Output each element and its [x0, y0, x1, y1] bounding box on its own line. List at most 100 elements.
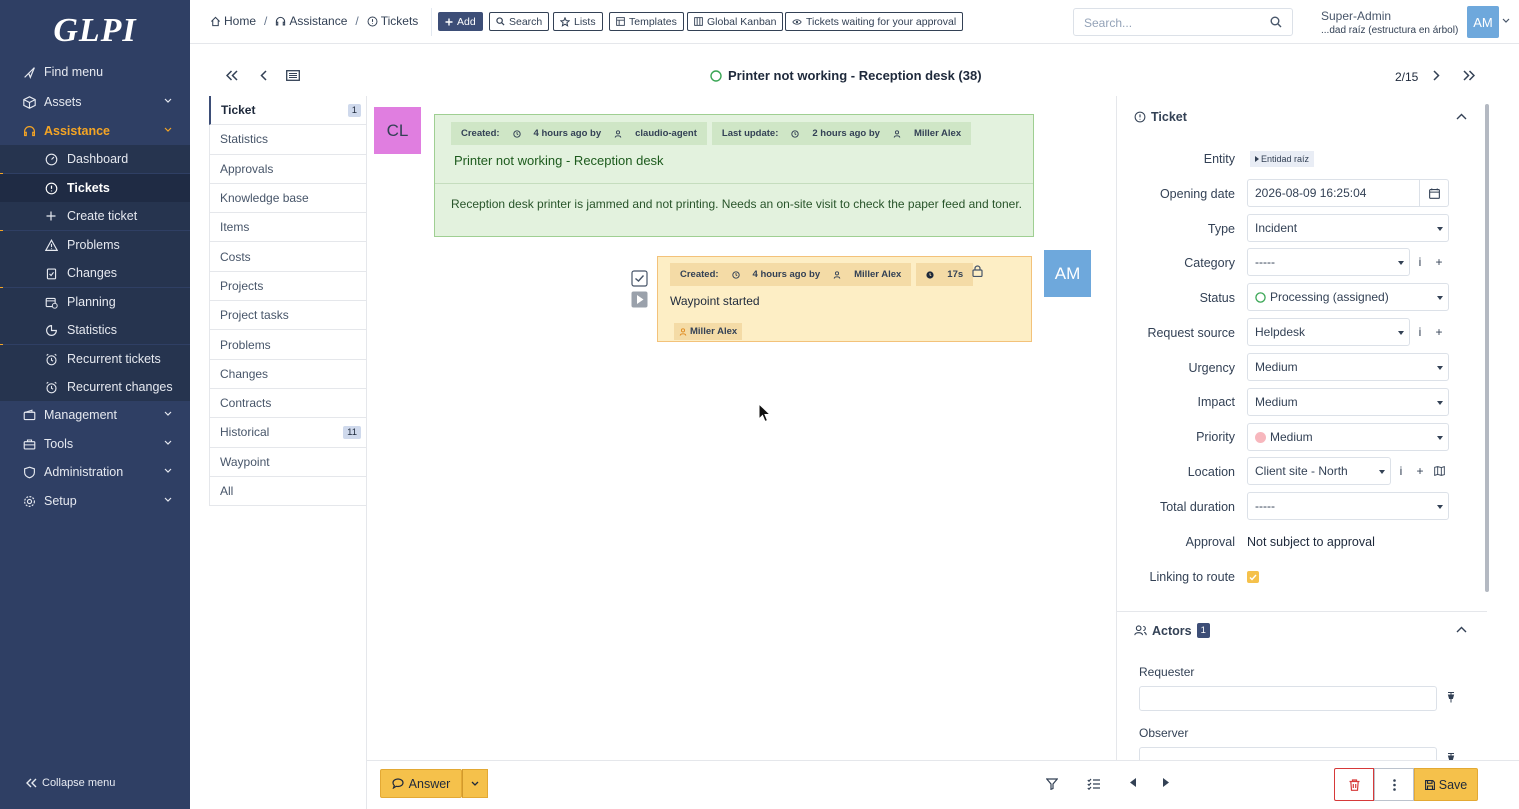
previous-item-icon[interactable]	[260, 70, 267, 81]
filter-icon[interactable]	[1046, 778, 1058, 790]
tab-projects[interactable]: Projects	[209, 271, 366, 302]
tab-label: Historical	[220, 425, 270, 440]
user-avatar[interactable]: AM	[1467, 6, 1499, 38]
global-kanban-button[interactable]: Global Kanban	[687, 12, 784, 31]
location-add-button[interactable]: +	[1411, 457, 1429, 485]
checklist-icon[interactable]	[1087, 778, 1101, 790]
tab-costs[interactable]: Costs	[209, 242, 366, 272]
request-source-add-button[interactable]: +	[1430, 318, 1448, 346]
glpi-logo[interactable]: GLPI	[0, 0, 190, 62]
impact-select[interactable]: Medium	[1247, 388, 1449, 416]
play-icon[interactable]	[631, 291, 648, 308]
total-duration-select[interactable]: -----	[1247, 492, 1449, 520]
tab-items[interactable]: Items	[209, 213, 366, 243]
find-menu[interactable]: Find menu	[0, 58, 190, 86]
answer-dropdown-button[interactable]	[462, 769, 488, 798]
collapse-menu-button[interactable]: Collapse menu	[26, 777, 115, 789]
category-select[interactable]: -----	[1247, 248, 1410, 276]
map-icon[interactable]	[1430, 457, 1448, 485]
sidebar-item-tools[interactable]: Tools	[0, 430, 190, 458]
request-source-select[interactable]: Helpdesk	[1247, 318, 1410, 346]
created-by[interactable]: Miller Alex	[849, 266, 907, 283]
tab-project-tasks[interactable]: Project tasks	[209, 301, 366, 331]
sidebar-item-setup[interactable]: Setup	[0, 487, 190, 515]
lists-button[interactable]: Lists	[553, 12, 603, 31]
chevron-up-icon[interactable]	[1456, 626, 1467, 633]
category-add-button[interactable]: +	[1430, 248, 1448, 276]
approval-tickets-button[interactable]: Tickets waiting for your approval	[785, 12, 964, 31]
tab-knowledge-base[interactable]: Knowledge base	[209, 183, 366, 214]
breadcrumb-home[interactable]: Home	[210, 14, 256, 28]
first-item-icon[interactable]	[226, 70, 238, 81]
ticket-section-header[interactable]: Ticket	[1134, 110, 1187, 124]
update-by[interactable]: Miller Alex	[908, 125, 967, 142]
location-select[interactable]: Client site - North	[1247, 457, 1391, 485]
tab-ticket[interactable]: Ticket 1	[209, 96, 366, 126]
pin-icon[interactable]	[1447, 692, 1455, 703]
tab-statistics[interactable]: Statistics	[209, 125, 366, 155]
sidebar-sub-changes[interactable]: Changes	[0, 259, 190, 287]
delete-button[interactable]	[1334, 768, 1374, 801]
category-label: Category	[1184, 256, 1235, 270]
sidebar-sub-statistics[interactable]: Statistics	[0, 316, 190, 344]
requester-input[interactable]	[1139, 686, 1437, 711]
calendar-icon[interactable]	[1419, 180, 1448, 206]
tab-problems[interactable]: Problems	[209, 330, 366, 360]
checkbox-square-icon[interactable]	[631, 270, 648, 287]
sidebar-sub-recurrent-tickets[interactable]: Recurrent tickets	[0, 345, 190, 373]
caret-right-icon[interactable]	[1163, 778, 1169, 787]
more-actions-button[interactable]	[1374, 768, 1414, 801]
breadcrumb-assistance[interactable]: Assistance	[275, 14, 347, 28]
sidebar-item-assistance[interactable]: Assistance	[0, 117, 190, 145]
sidebar-item-administration[interactable]: Administration	[0, 458, 190, 486]
answer-button[interactable]: Answer	[380, 769, 462, 798]
sidebar-sub-planning[interactable]: Planning	[0, 288, 190, 316]
chevron-down-icon[interactable]	[1502, 18, 1510, 24]
tab-waypoint[interactable]: Waypoint	[209, 447, 366, 477]
priority-select[interactable]: Medium	[1247, 423, 1449, 451]
panel-scrollbar[interactable]	[1485, 104, 1489, 592]
last-item-icon[interactable]	[1463, 70, 1475, 81]
type-select[interactable]: Incident	[1247, 214, 1449, 242]
tab-historical[interactable]: Historical 11	[209, 418, 366, 448]
user-initials: AM	[1473, 14, 1493, 30]
user-entity: ...dad raíz (estructura en árbol)	[1321, 25, 1459, 36]
category-info-button[interactable]: i	[1411, 248, 1429, 276]
breadcrumb-tickets[interactable]: Tickets	[367, 14, 418, 28]
entity-value: Entidad raíz	[1261, 154, 1310, 164]
location-info-button[interactable]: i	[1392, 457, 1410, 485]
opening-date-field[interactable]: 2026-08-09 16:25:04	[1247, 179, 1449, 207]
sidebar-item-management[interactable]: Management	[0, 401, 190, 429]
created-by[interactable]: claudio-agent	[630, 125, 702, 142]
tab-changes[interactable]: Changes	[209, 359, 366, 389]
list-view-icon[interactable]	[286, 70, 300, 81]
actors-section-header[interactable]: Actors 1	[1134, 623, 1210, 638]
save-button[interactable]: Save	[1414, 768, 1478, 801]
search-button[interactable]: Search	[489, 12, 550, 31]
linking-route-checkbox[interactable]	[1247, 571, 1259, 583]
observer-input[interactable]	[1139, 747, 1437, 760]
sidebar-sub-problems[interactable]: Problems	[0, 231, 190, 259]
status-select[interactable]: Processing (assigned)	[1247, 283, 1449, 311]
tab-contracts[interactable]: Contracts	[209, 388, 366, 419]
tab-approvals[interactable]: Approvals	[209, 154, 366, 184]
sidebar-sub-recurrent-changes[interactable]: Recurrent changes	[0, 373, 190, 401]
sidebar-sub-tickets[interactable]: Tickets	[0, 174, 190, 202]
waypoint-user[interactable]: Miller Alex	[690, 326, 737, 337]
add-button[interactable]: Add	[438, 12, 483, 31]
urgency-select[interactable]: Medium	[1247, 353, 1449, 381]
global-search-input[interactable]: Search...	[1073, 8, 1293, 36]
pin-icon[interactable]	[1447, 753, 1455, 760]
sidebar-item-assets[interactable]: Assets	[0, 88, 190, 116]
caret-right-icon	[1255, 156, 1259, 162]
request-source-info-button[interactable]: i	[1411, 318, 1429, 346]
next-item-icon[interactable]	[1433, 70, 1440, 81]
chevron-up-icon[interactable]	[1456, 113, 1467, 120]
caret-left-icon[interactable]	[1130, 778, 1136, 787]
entity-link[interactable]: Entidad raíz	[1250, 151, 1315, 167]
tab-all[interactable]: All	[209, 476, 366, 507]
templates-button[interactable]: Templates	[609, 12, 684, 31]
sidebar-sub-create-ticket[interactable]: Create ticket	[0, 202, 190, 230]
sidebar-sub-dashboard[interactable]: Dashboard	[0, 145, 190, 173]
user-info[interactable]: Super-Admin ...dad raíz (estructura en á…	[1321, 9, 1458, 36]
